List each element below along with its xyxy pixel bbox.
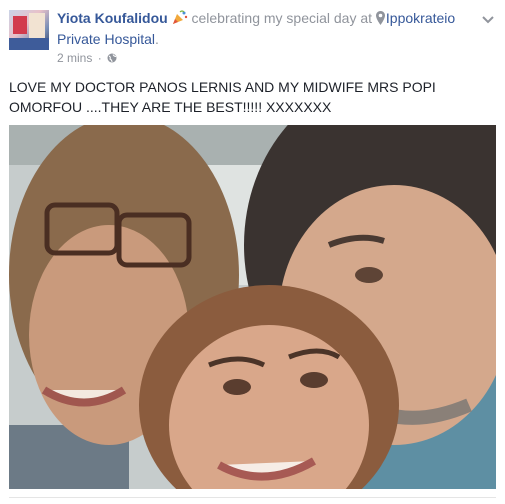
author-name-link[interactable]: Yiota Koufalidou — [57, 10, 168, 26]
post-timestamp-link[interactable]: 2 mins — [57, 51, 92, 65]
globe-icon[interactable] — [107, 51, 117, 63]
party-popper-icon — [172, 10, 188, 30]
avatar-graphic — [29, 13, 45, 39]
author-avatar[interactable] — [9, 10, 49, 50]
chevron-down-icon[interactable] — [481, 12, 495, 24]
avatar-graphic — [13, 16, 27, 34]
meta-separator: · — [97, 51, 102, 65]
post-photo[interactable] — [9, 125, 496, 489]
post-header: Yiota Koufalidou celebrating my special … — [57, 9, 477, 49]
post-meta: 2 mins · — [57, 50, 117, 66]
avatar-graphic — [9, 38, 49, 50]
activity-text: celebrating my special day at — [191, 10, 373, 26]
post-body-text: LOVE MY DOCTOR PANOS LERNIS AND MY MIDWI… — [9, 79, 436, 115]
photo-illustration — [9, 125, 496, 489]
divider — [9, 497, 496, 498]
location-suffix: . — [155, 31, 159, 47]
map-pin-icon — [375, 11, 385, 25]
